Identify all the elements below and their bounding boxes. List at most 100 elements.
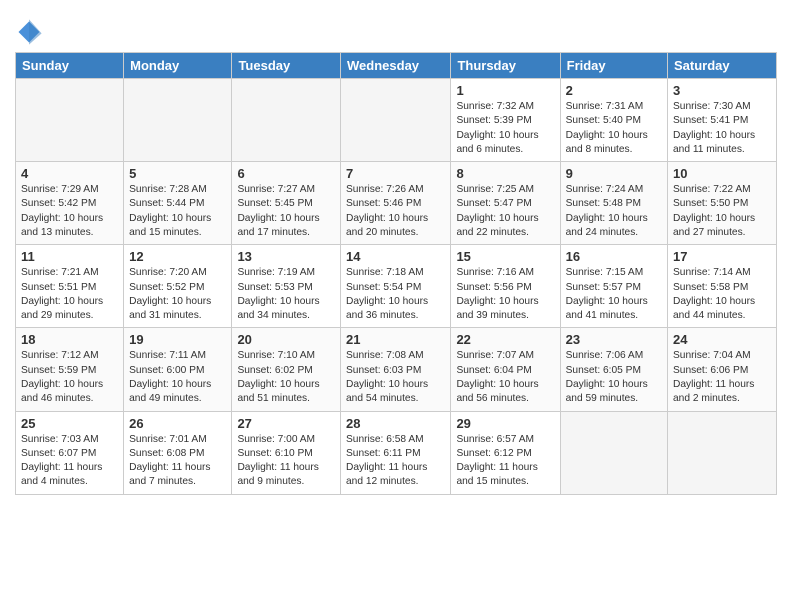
calendar-cell: 2 Sunrise: 7:31 AM Sunset: 5:40 PM Daylig… bbox=[560, 79, 667, 162]
day-number: 1 bbox=[456, 83, 554, 98]
cell-content: Sunrise: 7:16 AM Sunset: 5:56 PM Dayligh… bbox=[456, 266, 554, 323]
day-number: 24 bbox=[673, 332, 771, 347]
cell-content: Sunrise: 7:28 AM Sunset: 5:44 PM Dayligh… bbox=[129, 183, 226, 240]
day-number: 20 bbox=[237, 332, 335, 347]
day-number: 19 bbox=[129, 332, 226, 347]
cell-content: Sunrise: 7:03 AM Sunset: 6:07 PM Dayligh… bbox=[21, 433, 118, 490]
calendar-cell: 12 Sunrise: 7:20 AM Sunset: 5:52 PM Dayli… bbox=[124, 245, 232, 328]
calendar-cell: 15 Sunrise: 7:16 AM Sunset: 5:56 PM Dayli… bbox=[451, 245, 560, 328]
cell-content: Sunrise: 7:08 AM Sunset: 6:03 PM Dayligh… bbox=[346, 349, 445, 406]
day-number: 16 bbox=[566, 249, 662, 264]
calendar-cell: 29 Sunrise: 6:57 AM Sunset: 6:12 PM Dayli… bbox=[451, 411, 560, 494]
weekday-header-monday: Monday bbox=[124, 53, 232, 79]
cell-content: Sunrise: 7:26 AM Sunset: 5:46 PM Dayligh… bbox=[346, 183, 445, 240]
day-number: 11 bbox=[21, 249, 118, 264]
cell-content: Sunrise: 7:00 AM Sunset: 6:10 PM Dayligh… bbox=[237, 433, 335, 490]
calendar-cell bbox=[16, 79, 124, 162]
calendar-week-row: 4 Sunrise: 7:29 AM Sunset: 5:42 PM Daylig… bbox=[16, 162, 777, 245]
calendar-cell: 25 Sunrise: 7:03 AM Sunset: 6:07 PM Dayli… bbox=[16, 411, 124, 494]
calendar-cell bbox=[124, 79, 232, 162]
day-number: 4 bbox=[21, 166, 118, 181]
day-number: 13 bbox=[237, 249, 335, 264]
calendar-week-row: 25 Sunrise: 7:03 AM Sunset: 6:07 PM Dayli… bbox=[16, 411, 777, 494]
day-number: 7 bbox=[346, 166, 445, 181]
cell-content: Sunrise: 7:07 AM Sunset: 6:04 PM Dayligh… bbox=[456, 349, 554, 406]
weekday-header-tuesday: Tuesday bbox=[232, 53, 341, 79]
cell-content: Sunrise: 7:29 AM Sunset: 5:42 PM Dayligh… bbox=[21, 183, 118, 240]
weekday-header-wednesday: Wednesday bbox=[341, 53, 451, 79]
day-number: 8 bbox=[456, 166, 554, 181]
calendar-cell: 18 Sunrise: 7:12 AM Sunset: 5:59 PM Dayli… bbox=[16, 328, 124, 411]
calendar-cell bbox=[560, 411, 667, 494]
calendar-cell: 17 Sunrise: 7:14 AM Sunset: 5:58 PM Dayli… bbox=[668, 245, 777, 328]
calendar-cell: 22 Sunrise: 7:07 AM Sunset: 6:04 PM Dayli… bbox=[451, 328, 560, 411]
calendar-cell: 7 Sunrise: 7:26 AM Sunset: 5:46 PM Daylig… bbox=[341, 162, 451, 245]
day-number: 18 bbox=[21, 332, 118, 347]
calendar-cell: 3Sunrise: 7:30 AM Sunset: 5:41 PM Daylig… bbox=[668, 79, 777, 162]
day-number: 5 bbox=[129, 166, 226, 181]
calendar-cell: 9Sunrise: 7:24 AM Sunset: 5:48 PM Daylig… bbox=[560, 162, 667, 245]
cell-content: Sunrise: 7:11 AM Sunset: 6:00 PM Dayligh… bbox=[129, 349, 226, 406]
calendar-cell bbox=[668, 411, 777, 494]
cell-content: Sunrise: 7:12 AM Sunset: 5:59 PM Dayligh… bbox=[21, 349, 118, 406]
calendar-cell: 20 Sunrise: 7:10 AM Sunset: 6:02 PM Dayli… bbox=[232, 328, 341, 411]
day-number: 29 bbox=[456, 416, 554, 431]
calendar-cell: 28 Sunrise: 6:58 AM Sunset: 6:11 PM Dayli… bbox=[341, 411, 451, 494]
calendar-header-row: SundayMondayTuesdayWednesdayThursdayFrid… bbox=[16, 53, 777, 79]
calendar-cell: 8 Sunrise: 7:25 AM Sunset: 5:47 PM Daylig… bbox=[451, 162, 560, 245]
calendar-cell: 27 Sunrise: 7:00 AM Sunset: 6:10 PM Dayli… bbox=[232, 411, 341, 494]
day-number: 6 bbox=[237, 166, 335, 181]
calendar-cell: 16 Sunrise: 7:15 AM Sunset: 5:57 PM Dayli… bbox=[560, 245, 667, 328]
day-number: 28 bbox=[346, 416, 445, 431]
cell-content: Sunrise: 7:25 AM Sunset: 5:47 PM Dayligh… bbox=[456, 183, 554, 240]
cell-content: Sunrise: 7:10 AM Sunset: 6:02 PM Dayligh… bbox=[237, 349, 335, 406]
cell-content: Sunrise: 7:21 AM Sunset: 5:51 PM Dayligh… bbox=[21, 266, 118, 323]
calendar-week-row: 11 Sunrise: 7:21 AM Sunset: 5:51 PM Dayli… bbox=[16, 245, 777, 328]
calendar-cell: 11 Sunrise: 7:21 AM Sunset: 5:51 PM Dayli… bbox=[16, 245, 124, 328]
cell-content: Sunrise: 7:01 AM Sunset: 6:08 PM Dayligh… bbox=[129, 433, 226, 490]
cell-content: Sunrise: 7:18 AM Sunset: 5:54 PM Dayligh… bbox=[346, 266, 445, 323]
day-number: 25 bbox=[21, 416, 118, 431]
calendar-cell: 1Sunrise: 7:32 AM Sunset: 5:39 PM Daylig… bbox=[451, 79, 560, 162]
calendar-cell: 14 Sunrise: 7:18 AM Sunset: 5:54 PM Dayli… bbox=[341, 245, 451, 328]
logo bbox=[15, 18, 47, 46]
calendar-cell: 24Sunrise: 7:04 AM Sunset: 6:06 PM Dayli… bbox=[668, 328, 777, 411]
cell-content: Sunrise: 7:19 AM Sunset: 5:53 PM Dayligh… bbox=[237, 266, 335, 323]
day-number: 12 bbox=[129, 249, 226, 264]
calendar-cell bbox=[232, 79, 341, 162]
day-number: 22 bbox=[456, 332, 554, 347]
day-number: 27 bbox=[237, 416, 335, 431]
weekday-header-sunday: Sunday bbox=[16, 53, 124, 79]
day-number: 14 bbox=[346, 249, 445, 264]
day-number: 3 bbox=[673, 83, 771, 98]
calendar-week-row: 18 Sunrise: 7:12 AM Sunset: 5:59 PM Dayli… bbox=[16, 328, 777, 411]
calendar-cell: 23Sunrise: 7:06 AM Sunset: 6:05 PM Dayli… bbox=[560, 328, 667, 411]
calendar-cell: 10 Sunrise: 7:22 AM Sunset: 5:50 PM Dayli… bbox=[668, 162, 777, 245]
calendar-table: SundayMondayTuesdayWednesdayThursdayFrid… bbox=[15, 52, 777, 495]
weekday-header-saturday: Saturday bbox=[668, 53, 777, 79]
weekday-header-friday: Friday bbox=[560, 53, 667, 79]
cell-content: Sunrise: 7:06 AM Sunset: 6:05 PM Dayligh… bbox=[566, 349, 662, 406]
day-number: 15 bbox=[456, 249, 554, 264]
day-number: 17 bbox=[673, 249, 771, 264]
calendar-cell: 4 Sunrise: 7:29 AM Sunset: 5:42 PM Daylig… bbox=[16, 162, 124, 245]
calendar-week-row: 1Sunrise: 7:32 AM Sunset: 5:39 PM Daylig… bbox=[16, 79, 777, 162]
logo-icon bbox=[15, 18, 43, 46]
calendar-cell: 5 Sunrise: 7:28 AM Sunset: 5:44 PM Daylig… bbox=[124, 162, 232, 245]
calendar-cell bbox=[341, 79, 451, 162]
calendar-cell: 21Sunrise: 7:08 AM Sunset: 6:03 PM Dayli… bbox=[341, 328, 451, 411]
cell-content: Sunrise: 7:27 AM Sunset: 5:45 PM Dayligh… bbox=[237, 183, 335, 240]
cell-content: Sunrise: 7:20 AM Sunset: 5:52 PM Dayligh… bbox=[129, 266, 226, 323]
day-number: 26 bbox=[129, 416, 226, 431]
day-number: 2 bbox=[566, 83, 662, 98]
cell-content: Sunrise: 7:22 AM Sunset: 5:50 PM Dayligh… bbox=[673, 183, 771, 240]
cell-content: Sunrise: 6:57 AM Sunset: 6:12 PM Dayligh… bbox=[456, 433, 554, 490]
cell-content: Sunrise: 7:24 AM Sunset: 5:48 PM Dayligh… bbox=[566, 183, 662, 240]
calendar-cell: 13 Sunrise: 7:19 AM Sunset: 5:53 PM Dayli… bbox=[232, 245, 341, 328]
page-header bbox=[15, 10, 777, 46]
cell-content: Sunrise: 7:31 AM Sunset: 5:40 PM Dayligh… bbox=[566, 100, 662, 157]
cell-content: Sunrise: 7:15 AM Sunset: 5:57 PM Dayligh… bbox=[566, 266, 662, 323]
cell-content: Sunrise: 6:58 AM Sunset: 6:11 PM Dayligh… bbox=[346, 433, 445, 490]
day-number: 10 bbox=[673, 166, 771, 181]
cell-content: Sunrise: 7:14 AM Sunset: 5:58 PM Dayligh… bbox=[673, 266, 771, 323]
